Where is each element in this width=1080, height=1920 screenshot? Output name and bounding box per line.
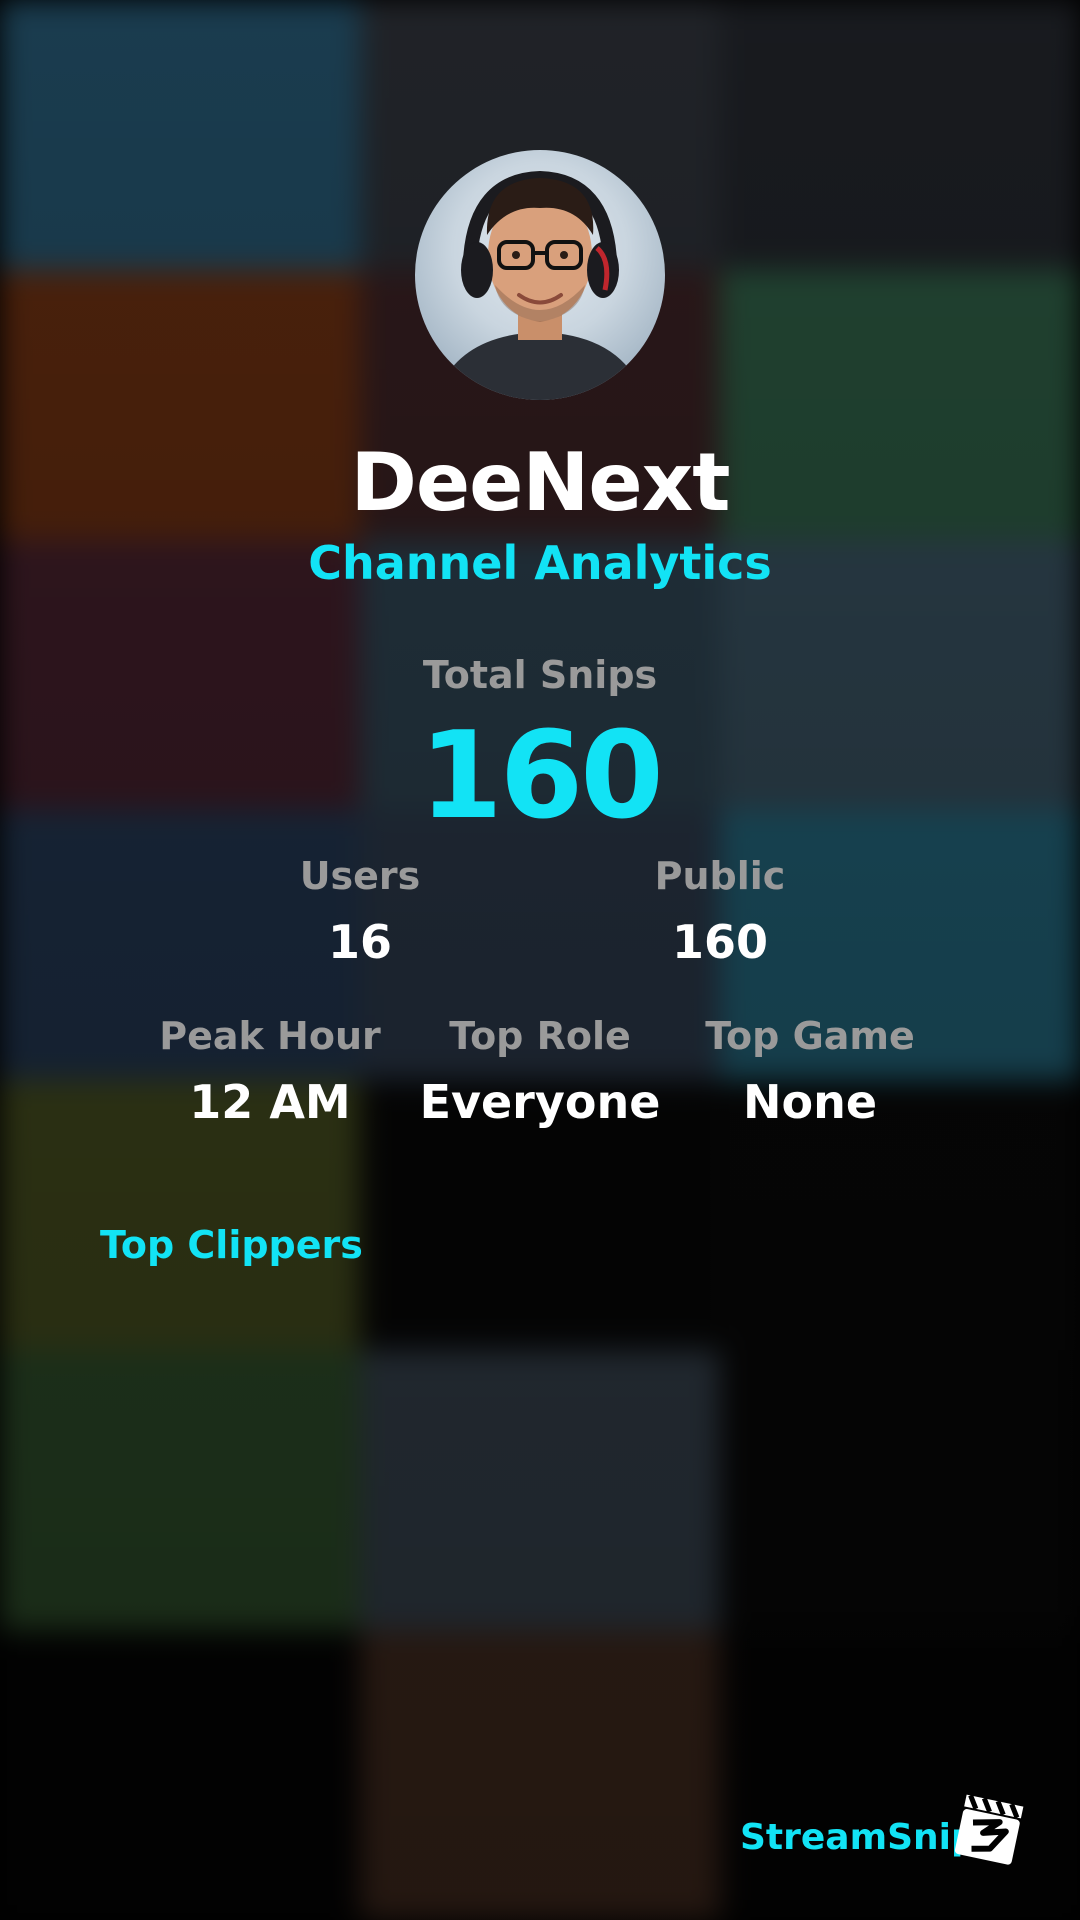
top-game-value: None [742,1075,878,1129]
users-value: 16 [327,915,392,969]
brand-name: StreamSnip [740,1817,977,1858]
avatar-portrait-icon [435,170,645,400]
public-label: Public [654,854,786,898]
public-value: 160 [671,915,769,969]
channel-avatar [415,150,665,400]
page-subtitle: Channel Analytics [308,536,772,590]
clapperboard-icon [950,1790,1028,1868]
peak-hour-label: Peak Hour [159,1014,381,1058]
top-role-label: Top Role [449,1014,631,1058]
total-snips-label: Total Snips [422,653,658,697]
peak-hour-value: 12 AM [189,1075,351,1129]
top-role-value: Everyone [419,1075,661,1129]
total-snips-value: 160 [419,707,664,846]
top-game-label: Top Game [705,1014,915,1058]
analytics-card: DeeNext Channel Analytics Total Snips 16… [0,0,1080,1920]
channel-name: DeeNext [350,436,731,529]
top-clippers-heading: Top Clippers [100,1223,363,1267]
users-label: Users [299,854,421,898]
